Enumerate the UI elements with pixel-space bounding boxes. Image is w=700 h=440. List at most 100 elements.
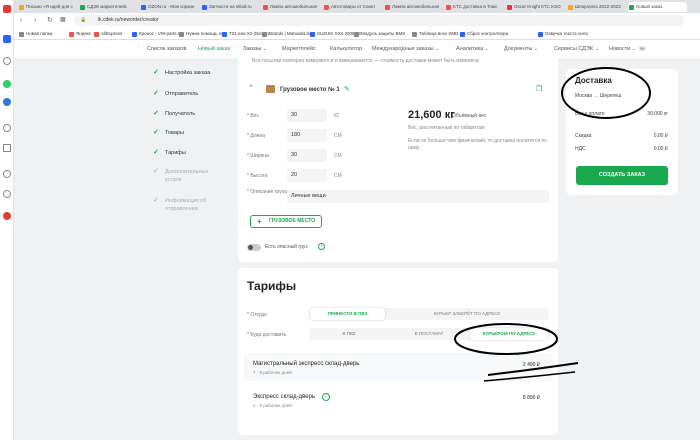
from-option-pvz[interactable]: ПРИНЕСТИ В ПВЗ xyxy=(310,308,385,320)
description-input[interactable]: Личные вещи xyxy=(287,190,549,203)
bookmark-item[interactable]: Яндекс xyxy=(69,30,91,38)
plus-icon: + xyxy=(257,217,262,226)
address-bar[interactable]: 🔒 lk.cdek.ru/neworder/creator xyxy=(74,15,684,26)
dimension-input[interactable]: 30 xyxy=(287,149,327,162)
send-icon[interactable] xyxy=(3,144,11,152)
dimension-label: * Высота xyxy=(247,173,268,179)
site-nav-item[interactable]: Сервисы СДЭК ⌄ xyxy=(554,46,599,52)
browser-tab[interactable]: KTC доставка в Томс xyxy=(445,2,504,12)
order-step[interactable]: ✓ Настройка заказа xyxy=(153,69,210,77)
site-nav-label: Маркетплейс xyxy=(282,46,316,52)
order-step[interactable]: ✓ Получатель xyxy=(153,110,195,118)
site-nav-item[interactable]: Список заказов xyxy=(147,46,186,52)
bookmark-favicon-icon xyxy=(179,31,184,37)
grid-icon[interactable]: ▦ xyxy=(60,16,66,25)
heart-icon[interactable] xyxy=(3,170,11,178)
site-nav-item[interactable]: Международные заказы ⌄ xyxy=(372,46,439,52)
back-icon[interactable]: ‹ xyxy=(20,16,22,25)
remeasure-note: Все посылки повторно измеряются и взвеши… xyxy=(252,58,479,64)
site-nav-label: Сервисы СДЭК xyxy=(554,46,594,52)
site-nav-item[interactable]: Новый заказ xyxy=(198,46,230,52)
tab-label: Письмо «Я идей для с xyxy=(26,4,73,9)
tab-label: Oscar Knight КТС KSO xyxy=(514,4,561,9)
bookmark-label: Новая папка xyxy=(26,31,53,36)
check-icon: ✓ xyxy=(153,168,159,175)
dimension-input[interactable]: 30 xyxy=(287,109,327,122)
order-step[interactable]: ✓ Отправитель xyxy=(153,90,198,98)
bookmark-item[interactable]: Модуль защиты BMS xyxy=(354,30,405,38)
bookmark-item[interactable]: Новая папка xyxy=(19,30,52,38)
player-icon[interactable] xyxy=(3,124,11,132)
tariff-row[interactable]: Магистральный экспресс склад-дверь 7 - 8 … xyxy=(244,353,552,381)
bookmark-item[interactable]: Нужна помощь по т xyxy=(179,30,227,38)
site-nav-label: Новый заказ xyxy=(198,46,231,52)
lock-icon: 🔒 xyxy=(80,17,87,23)
vk-icon[interactable] xyxy=(3,98,11,106)
opera-logo-icon[interactable] xyxy=(3,5,11,13)
collapse-chevron-icon[interactable]: ⌃ xyxy=(248,84,254,92)
browser-tab[interactable]: СДЭК маркетплейс xyxy=(79,2,138,12)
extension-icon[interactable] xyxy=(3,212,11,220)
tab-label: Шпаргалка 2022-2023 xyxy=(575,4,621,9)
order-step[interactable]: ✓ Товары xyxy=(153,129,184,137)
site-nav-item[interactable]: Заказы ⌄ xyxy=(243,46,267,52)
order-step[interactable]: ✓ Информация об отправлении xyxy=(153,197,213,213)
browser-tab[interactable]: Письмо «Я идей для с xyxy=(18,2,77,12)
dimension-label: * Ширина xyxy=(247,153,269,159)
whatsapp-icon[interactable] xyxy=(3,80,11,88)
to-option-postamat[interactable]: В ПОСТАМАТ xyxy=(389,328,469,340)
site-nav-item[interactable]: Документы ⌄ xyxy=(504,46,538,52)
browser-tab[interactable]: Шпаргалка 2022-2023 xyxy=(567,2,626,12)
step-label: Тарифы xyxy=(165,150,186,156)
add-package-button[interactable]: + ГРУЗОВОЕ МЕСТО xyxy=(250,215,322,228)
chevron-down-icon: ⌄ xyxy=(261,46,267,52)
bookmark-item[interactable]: AliExpress xyxy=(94,30,122,38)
bookmark-label: Нужна помощь по т xyxy=(186,31,227,36)
browser-tab[interactable]: Лампа автомобильная xyxy=(384,2,443,12)
browser-tab[interactable]: Автотовары от Санкт xyxy=(323,2,382,12)
site-nav-item[interactable]: Аналитика ⌄ xyxy=(456,46,489,52)
speed-dial-icon[interactable] xyxy=(3,35,11,43)
dangerous-label: Есть опасный груз xyxy=(265,244,308,250)
bookmark-item[interactable]: Сброс контроллера xyxy=(460,30,508,38)
bookmark-item[interactable]: Таблица всех SMD к xyxy=(412,30,462,38)
copy-icon[interactable]: ❐ xyxy=(536,85,542,93)
bookmark-item[interactable]: Кронос - VW-parts.r xyxy=(132,30,179,38)
bookmark-item[interactable]: Brands | ManualsLib xyxy=(262,30,310,38)
history-icon[interactable] xyxy=(3,190,11,198)
browser-tab[interactable]: Лампа автомобильная xyxy=(262,2,321,12)
delivery-summary-card: Доставка Москва → Шерегеш Вес к оплате 3… xyxy=(566,69,678,195)
browser-tab[interactable]: Новый заказ xyxy=(628,2,687,12)
step-label: Информация об отправлении xyxy=(165,198,207,212)
browser-tab[interactable]: OZON.ru - Мои корзин xyxy=(140,2,199,12)
to-option-pvz[interactable]: В ПВЗ xyxy=(309,328,389,340)
info-icon[interactable]: i xyxy=(318,243,325,250)
site-nav-item[interactable]: Маркетплейс xyxy=(282,46,316,52)
reload-icon[interactable]: ↻ xyxy=(47,16,53,25)
discount-label: Скидка xyxy=(575,133,592,139)
dimension-input[interactable]: 20 xyxy=(287,169,327,182)
from-option-courier[interactable]: КУРЬЕР ЗАБЕРЁТ ПО АДРЕСУ xyxy=(387,308,547,320)
tariff-name: Экспресс склад-дверь xyxy=(253,394,316,400)
forward-icon[interactable]: › xyxy=(34,16,36,25)
bookmark-label: Сброс контроллера xyxy=(467,31,509,36)
bookmark-item[interactable]: Озвучка текста онла xyxy=(538,30,588,38)
order-step[interactable]: ✓ Дополнительные услуги xyxy=(153,168,213,184)
dangerous-toggle[interactable] xyxy=(247,244,261,251)
site-nav-item[interactable]: Новости ⌄ xyxy=(609,46,636,52)
order-step[interactable]: ✓ Тарифы xyxy=(153,149,186,157)
chevron-down-icon: ⌄ xyxy=(483,46,489,52)
dimension-label: * Вес xyxy=(247,113,259,119)
browser-tab[interactable]: Oscar Knight КТС KSO xyxy=(506,2,565,12)
home-icon[interactable] xyxy=(3,57,11,65)
to-option-courier[interactable]: КУРЬЕРОМ ПО АДРЕСУ xyxy=(470,328,548,340)
browser-tab[interactable]: Запчасти на sklad.ru xyxy=(201,2,260,12)
site-nav-label: Аналитика xyxy=(456,46,484,52)
tariff-row[interactable]: Экспресс склад-дверь 4 - 5 рабочих дней 8 … xyxy=(244,386,552,414)
edit-pencil-icon[interactable]: ✎ xyxy=(344,85,350,93)
dimension-input[interactable]: 180 xyxy=(287,129,327,142)
create-order-button[interactable]: СОЗДАТЬ ЗАКАЗ xyxy=(576,166,668,185)
bookmark-favicon-icon xyxy=(94,31,99,37)
info-icon[interactable]: i xyxy=(322,393,330,401)
site-nav-item[interactable]: Калькулятор xyxy=(330,46,362,52)
